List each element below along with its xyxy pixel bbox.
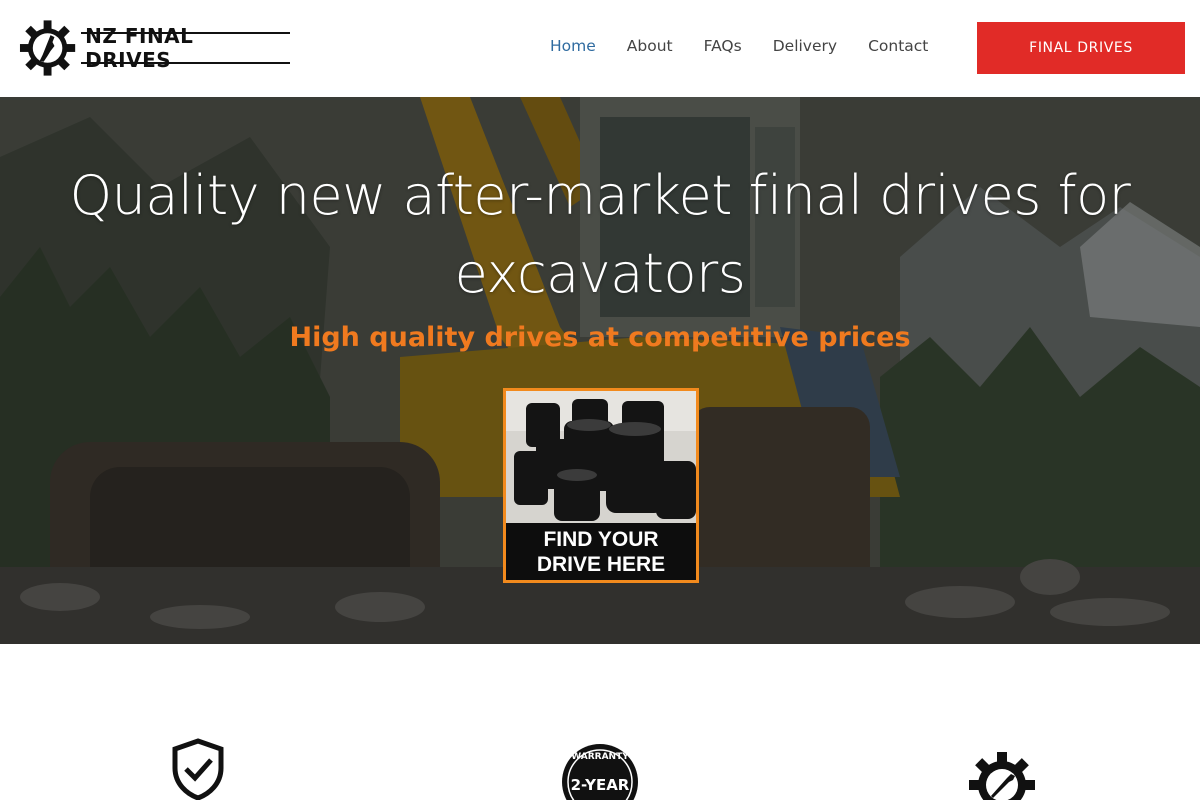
logo-wordmark: NZ FINAL DRIVES [81,24,290,72]
final-drives-photo [506,391,696,523]
warranty-badge-top: WARRANTY [571,752,629,762]
gear-wrench-icon [969,752,1035,800]
warranty-badge-main: 2-YEAR [571,776,630,794]
site-logo[interactable]: NZ FINAL DRIVES [18,17,290,79]
warranty-badge-icon: WARRANTY 2-YEAR [562,744,638,800]
nav-delivery[interactable]: Delivery [773,37,837,55]
hero-title: Quality new after-market final drives fo… [69,164,1131,305]
nav-faqs[interactable]: FAQs [704,37,742,55]
card-caption-line1: FIND YOUR [543,528,659,551]
nav-contact[interactable]: Contact [868,37,928,55]
features-section: WARRANTY 2-YEAR [0,644,1200,800]
shield-check-icon [172,738,224,800]
main-nav: Home About FAQs Delivery Contact [550,37,959,55]
card-caption: FIND YOUR DRIVE HERE [506,523,696,580]
nav-about[interactable]: About [627,37,673,55]
card-caption-line2: DRIVE HERE [536,553,666,576]
site-header: NZ FINAL DRIVES Home About FAQs Delivery… [0,0,1200,97]
nav-home[interactable]: Home [550,37,596,55]
hero-banner: Quality new after-market final drives fo… [0,97,1200,644]
hero-subtitle: High quality drives at competitive price… [289,322,911,353]
find-your-drive-link[interactable]: FIND YOUR DRIVE HERE [503,388,699,583]
gear-logo-icon [19,20,76,76]
final-drives-button[interactable]: FINAL DRIVES [977,22,1185,74]
